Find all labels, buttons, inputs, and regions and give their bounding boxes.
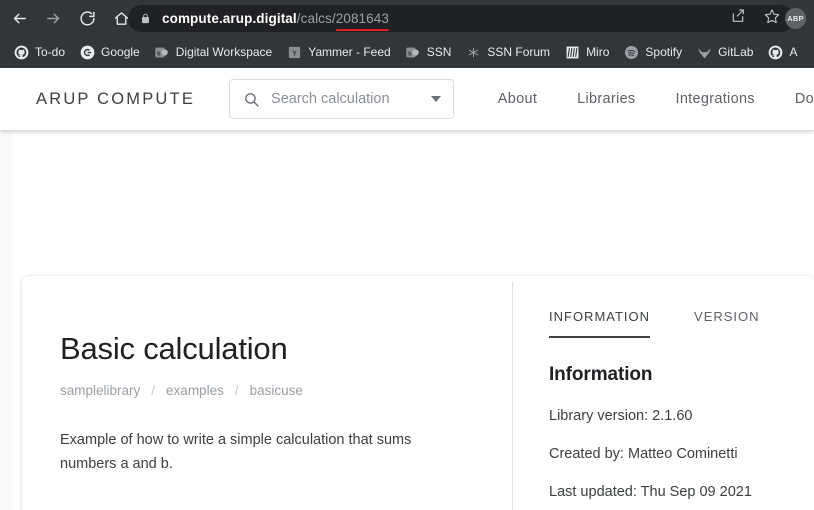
- bookmark-label: A: [789, 45, 798, 59]
- bookmark-ssn[interactable]: s SSN: [398, 40, 459, 64]
- search-placeholder: Search calculation: [271, 91, 390, 107]
- yammer-icon: Y: [286, 44, 302, 60]
- calculation-summary: Basic calculation samplelibrary / exampl…: [22, 276, 512, 510]
- reload-button[interactable]: [72, 3, 102, 33]
- screen: compute.arup.digital/calcs/2081643 ABP T…: [0, 0, 814, 510]
- tab-information[interactable]: INFORMATION: [549, 309, 651, 338]
- bookmark-label: Spotify: [645, 45, 683, 59]
- bookmark-truncated[interactable]: A: [760, 40, 804, 64]
- sharepoint-icon: s: [405, 44, 421, 60]
- bookmark-digital-workspace[interactable]: s Digital Workspace: [147, 40, 279, 64]
- tab-version[interactable]: VERSION: [694, 309, 760, 338]
- bookmark-label: Miro: [586, 45, 610, 59]
- back-button[interactable]: [4, 3, 34, 33]
- star-icon[interactable]: [764, 8, 780, 29]
- bookmark-label: SSN: [426, 45, 452, 59]
- content-area: Basic calculation samplelibrary / exampl…: [0, 130, 814, 510]
- web-page: ARUP COMPUTE Search calculation About Li…: [0, 68, 814, 510]
- chevron-down-icon[interactable]: [430, 96, 441, 102]
- bookmark-gitlab[interactable]: GitLab: [689, 40, 760, 64]
- adblock-plus-icon[interactable]: ABP: [785, 8, 806, 29]
- breadcrumb: samplelibrary / examples / basicuse: [60, 383, 472, 398]
- bookmark-to-do[interactable]: To-do: [6, 40, 72, 64]
- nav-item-docs[interactable]: Do: [795, 91, 814, 107]
- arrow-right-icon: [45, 10, 62, 27]
- breadcrumb-separator: /: [151, 383, 156, 399]
- lock-icon: [138, 12, 152, 26]
- svg-text:Y: Y: [292, 50, 297, 57]
- url-highlight-underline: [335, 28, 389, 31]
- url-host: compute.arup.digital: [162, 11, 297, 26]
- nav-item-integrations[interactable]: Integrations: [675, 91, 754, 107]
- gitlab-icon: [696, 44, 712, 60]
- browser-chrome: compute.arup.digital/calcs/2081643 ABP T…: [0, 0, 814, 68]
- github-icon: [13, 44, 29, 60]
- created-by-text: Created by: Matteo Cominetti: [549, 446, 738, 462]
- url-id-segment: 2081643: [335, 11, 389, 31]
- nav-item-about[interactable]: About: [498, 91, 537, 107]
- url-path: /calcs/: [296, 11, 336, 26]
- url-id-text: 2081643: [335, 11, 389, 26]
- forum-icon: [465, 44, 481, 60]
- bookmark-yammer-feed[interactable]: Y Yammer - Feed: [279, 40, 397, 64]
- bookmark-spotify[interactable]: Spotify: [616, 40, 689, 64]
- bookmark-ssn-forum[interactable]: SSN Forum: [458, 40, 557, 64]
- home-icon: [113, 10, 130, 27]
- address-bar[interactable]: compute.arup.digital/calcs/2081643: [128, 5, 794, 32]
- svg-text:s: s: [157, 50, 161, 57]
- breadcrumb-item-calc[interactable]: basicuse: [250, 383, 303, 398]
- information-panel: Information Library version: 2.1.60 Crea…: [513, 338, 814, 500]
- bookmark-label: Google: [101, 45, 140, 59]
- google-icon: [79, 44, 95, 60]
- library-version-text: Library version: 2.1.60: [549, 408, 693, 424]
- miro-icon: [564, 44, 580, 60]
- reload-icon: [79, 10, 96, 27]
- app-header: ARUP COMPUTE Search calculation About Li…: [0, 68, 814, 130]
- bookmark-miro[interactable]: Miro: [557, 40, 616, 64]
- page-title: Basic calculation: [60, 331, 288, 366]
- share-icon[interactable]: [730, 8, 746, 29]
- bookmark-label: Digital Workspace: [175, 45, 273, 59]
- breadcrumb-separator: /: [234, 383, 239, 399]
- bookmark-label: To-do: [35, 45, 66, 59]
- github-icon: [767, 44, 783, 60]
- svg-text:s: s: [408, 50, 412, 57]
- breadcrumb-item-folder[interactable]: examples: [166, 383, 224, 398]
- search-icon: [242, 90, 260, 108]
- nav-item-libraries[interactable]: Libraries: [577, 91, 635, 107]
- omnibox-actions: [730, 8, 784, 29]
- bookmark-google[interactable]: Google: [72, 40, 147, 64]
- brand-logo[interactable]: ARUP COMPUTE: [36, 90, 195, 109]
- detail-panel: INFORMATION VERSION Information Library …: [513, 276, 814, 510]
- arrow-left-icon: [11, 10, 28, 27]
- detail-tabs: INFORMATION VERSION: [513, 276, 814, 338]
- bookmark-label: SSN Forum: [487, 45, 551, 59]
- forward-button[interactable]: [38, 3, 68, 33]
- bookmark-label: Yammer - Feed: [308, 45, 391, 59]
- browser-toolbar: compute.arup.digital/calcs/2081643 ABP: [0, 0, 814, 36]
- main-nav: About Libraries Integrations Do: [498, 91, 814, 107]
- calculation-description: Example of how to write a simple calcula…: [60, 432, 412, 472]
- bookmarks-bar: To-do Google s Digital Workspace Y Yamme…: [0, 36, 814, 68]
- breadcrumb-item-library[interactable]: samplelibrary: [60, 383, 140, 398]
- sharepoint-icon: s: [154, 44, 170, 60]
- calculation-card: Basic calculation samplelibrary / exampl…: [22, 276, 814, 510]
- information-heading: Information: [549, 364, 653, 385]
- url-text: compute.arup.digital/calcs/2081643: [162, 11, 389, 31]
- spotify-icon: [623, 44, 639, 60]
- last-updated-text: Last updated: Thu Sep 09 2021: [549, 484, 752, 500]
- bookmark-label: GitLab: [718, 45, 754, 59]
- search-input[interactable]: Search calculation: [229, 79, 454, 119]
